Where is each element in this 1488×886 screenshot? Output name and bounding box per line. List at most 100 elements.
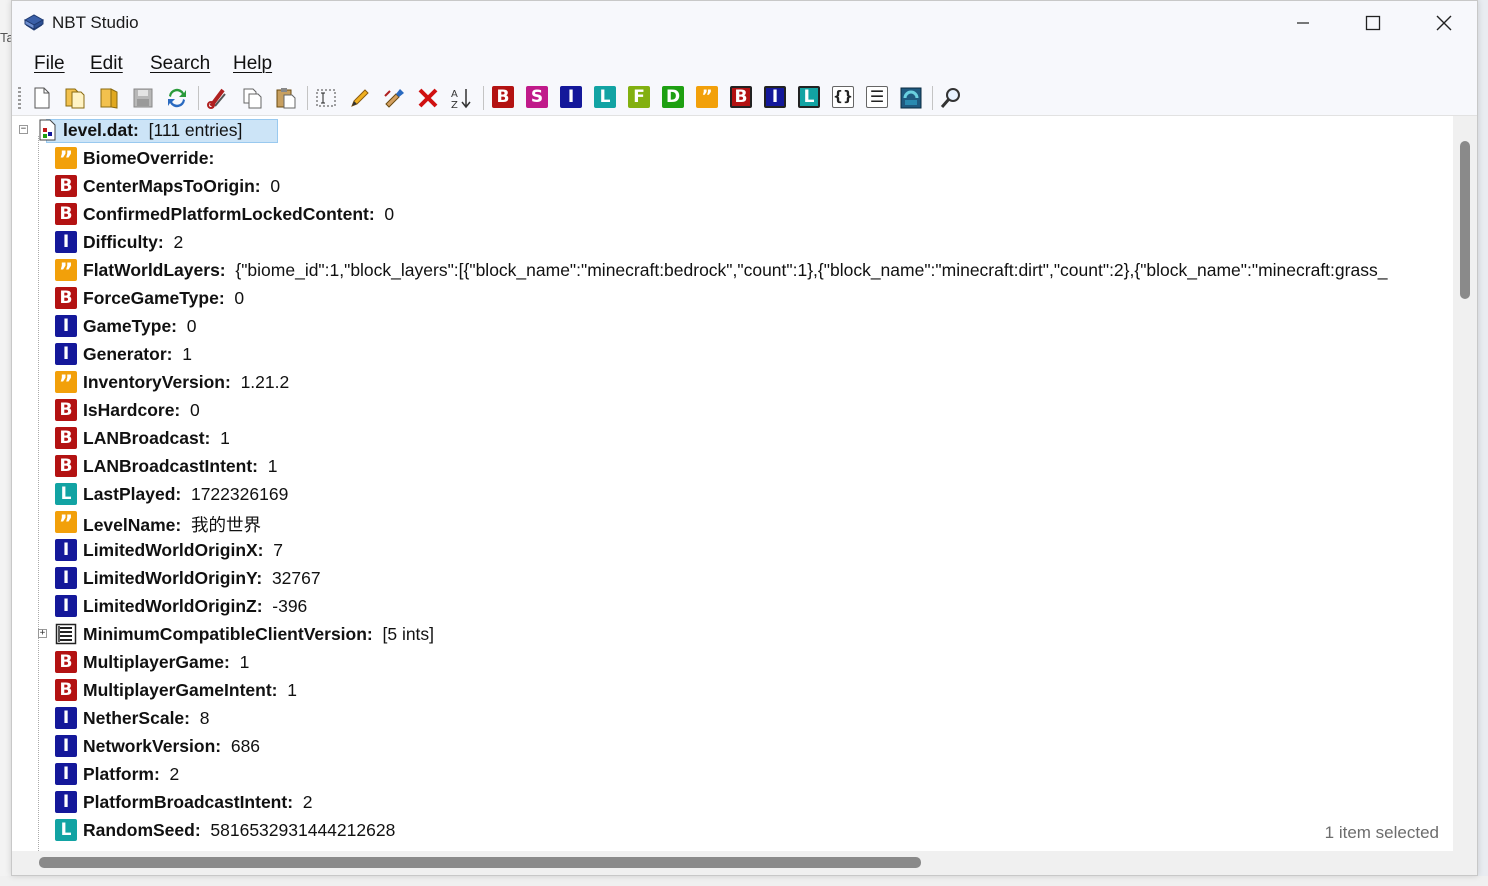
- tree-entry-row[interactable]: B IsHardcore: 0: [12, 396, 1453, 424]
- collapse-toggle[interactable]: −: [19, 125, 28, 134]
- tree-root-row[interactable]: − level.dat: [111 entries]: [12, 116, 1453, 144]
- tree-entry-row[interactable]: I GameType: 0: [12, 312, 1453, 340]
- cut-icon[interactable]: [205, 86, 229, 110]
- tree-entry-row[interactable]: B ForceGameType: 0: [12, 284, 1453, 312]
- tag-name: MinimumCompatibleClientVersion:: [83, 624, 373, 644]
- add-int-tag-button[interactable]: I: [560, 86, 582, 108]
- new-file-icon[interactable]: [30, 86, 54, 110]
- string-tag-icon: ”: [55, 147, 77, 173]
- add-long-tag-button[interactable]: L: [594, 86, 616, 108]
- tree-entry-row[interactable]: ” LevelName: 我的世界: [12, 508, 1453, 537]
- tag-name: InventoryVersion:: [83, 372, 231, 392]
- copy-icon[interactable]: [240, 86, 264, 110]
- menu-file[interactable]: File: [34, 53, 65, 75]
- tree-entry-row[interactable]: L LastPlayed: 1722326169: [12, 480, 1453, 508]
- tree-entry-row[interactable]: L RandomSeed: 5816532931444212628: [12, 816, 1453, 844]
- paste-icon[interactable]: [274, 86, 298, 110]
- tree-entry-row[interactable]: B LANBroadcast: 1: [12, 424, 1453, 452]
- save-icon[interactable]: [131, 86, 155, 110]
- menu-edit[interactable]: Edit: [90, 53, 123, 75]
- tag-value: 1: [239, 652, 250, 672]
- tree-entry-row[interactable]: I LimitedWorldOriginX: 7: [12, 536, 1453, 564]
- chunk-icon[interactable]: [899, 86, 923, 110]
- open-folder-icon[interactable]: [97, 86, 121, 110]
- tag-value: 2: [173, 232, 184, 252]
- minimize-button[interactable]: [1268, 1, 1337, 45]
- svg-text:Z: Z: [451, 100, 458, 110]
- title-bar[interactable]: NBT Studio: [12, 1, 1477, 45]
- open-file-icon[interactable]: [63, 86, 87, 110]
- add-int-array-tag-button[interactable]: I: [764, 86, 786, 108]
- add-long-array-tag-button[interactable]: L: [798, 86, 820, 108]
- edit-icon[interactable]: [348, 86, 372, 110]
- menu-search[interactable]: Search: [150, 53, 210, 75]
- tag-name: Platform:: [83, 764, 160, 784]
- tree-entry-row[interactable]: I NetworkVersion: 686: [12, 732, 1453, 760]
- root-name: level.dat:: [63, 120, 139, 140]
- add-double-tag-button[interactable]: D: [662, 86, 684, 108]
- int-tag-icon: I: [55, 343, 77, 365]
- tree-entry-row[interactable]: I Difficulty: 2: [12, 228, 1453, 256]
- delete-icon[interactable]: [416, 86, 440, 110]
- maximize-icon: [1365, 15, 1380, 31]
- tag-name: LANBroadcastIntent:: [83, 456, 259, 476]
- close-icon: [1436, 15, 1451, 31]
- close-button[interactable]: [1409, 1, 1478, 45]
- menu-help[interactable]: Help: [233, 53, 272, 75]
- int-tag-icon: I: [55, 735, 77, 757]
- background-desktop: [0, 876, 1488, 886]
- tree-entry-row[interactable]: I LimitedWorldOriginY: 32767: [12, 564, 1453, 592]
- int-tag-icon: I: [55, 595, 77, 617]
- byte-tag-icon: B: [55, 399, 77, 421]
- tree-entry-row[interactable]: B CenterMapsToOrigin: 0: [12, 172, 1453, 200]
- root-value: [111 entries]: [148, 120, 243, 140]
- tree-entry-row[interactable]: + MinimumCompatibleClientVersion: [5 ints…: [12, 620, 1453, 648]
- int-tag-icon: I: [55, 539, 77, 561]
- tag-name: Generator:: [83, 344, 173, 364]
- tree-entry-row[interactable]: B LANBroadcastIntent: 1: [12, 452, 1453, 480]
- tag-value: 0: [190, 400, 200, 420]
- sort-icon[interactable]: AZ: [450, 86, 474, 110]
- svg-text:A: A: [451, 89, 458, 100]
- add-short-tag-button[interactable]: S: [526, 86, 548, 108]
- byte-tag-icon: B: [55, 175, 77, 197]
- window-title: NBT Studio: [52, 13, 139, 32]
- edit-snbt-icon[interactable]: [382, 86, 406, 110]
- refresh-icon[interactable]: [165, 86, 189, 110]
- expand-toggle[interactable]: +: [38, 629, 47, 638]
- int-tag-icon: I: [55, 567, 77, 589]
- int-tag-icon: I: [55, 315, 77, 337]
- tree-entry-row[interactable]: I Generator: 1: [12, 340, 1453, 368]
- vertical-scroll-thumb[interactable]: [1460, 141, 1470, 299]
- add-float-tag-button[interactable]: F: [628, 86, 650, 108]
- add-byte-array-tag-button[interactable]: B: [730, 86, 752, 108]
- tree-entry-row[interactable]: ” BiomeOverride:: [12, 144, 1453, 173]
- tag-name: NetworkVersion:: [83, 736, 222, 756]
- tree-entry-row[interactable]: I NetherScale: 8: [12, 704, 1453, 732]
- tree-entry-row[interactable]: B MultiplayerGameIntent: 1: [12, 676, 1453, 704]
- toolbar-separator: [483, 86, 484, 110]
- tag-name: LastPlayed:: [83, 484, 182, 504]
- add-compound-tag-button[interactable]: {}: [832, 86, 854, 108]
- tag-value: 2: [169, 764, 180, 784]
- maximize-button[interactable]: [1338, 1, 1407, 45]
- nbt-tree-view[interactable]: − level.dat: [111 entries] ” BiomeOverrid…: [12, 116, 1453, 851]
- tree-entry-row[interactable]: I PlatformBroadcastIntent: 2: [12, 788, 1453, 816]
- add-list-tag-button[interactable]: ☰: [866, 86, 888, 108]
- byte-tag-icon: B: [55, 651, 77, 673]
- tree-entry-row[interactable]: ” InventoryVersion: 1.21.2: [12, 368, 1453, 397]
- rename-icon[interactable]: [314, 86, 338, 110]
- tag-name: LimitedWorldOriginY:: [83, 568, 263, 588]
- toolbar-grip[interactable]: [18, 87, 21, 109]
- search-icon[interactable]: [939, 86, 963, 110]
- tree-entry-row[interactable]: ” FlatWorldLayers: {"biome_id":1,"block_l…: [12, 256, 1453, 285]
- tree-entry-row[interactable]: B ConfirmedPlatformLockedContent: 0: [12, 200, 1453, 228]
- tag-name: LimitedWorldOriginZ:: [83, 596, 263, 616]
- tag-name: FlatWorldLayers:: [83, 260, 226, 280]
- tree-entry-row[interactable]: I Platform: 2: [12, 760, 1453, 788]
- tree-entry-row[interactable]: I LimitedWorldOriginZ: -396: [12, 592, 1453, 620]
- tree-entry-row[interactable]: B MultiplayerGame: 1: [12, 648, 1453, 676]
- add-byte-tag-button[interactable]: B: [492, 86, 514, 108]
- add-string-tag-button[interactable]: ”: [696, 86, 718, 108]
- horizontal-scroll-thumb[interactable]: [39, 857, 921, 868]
